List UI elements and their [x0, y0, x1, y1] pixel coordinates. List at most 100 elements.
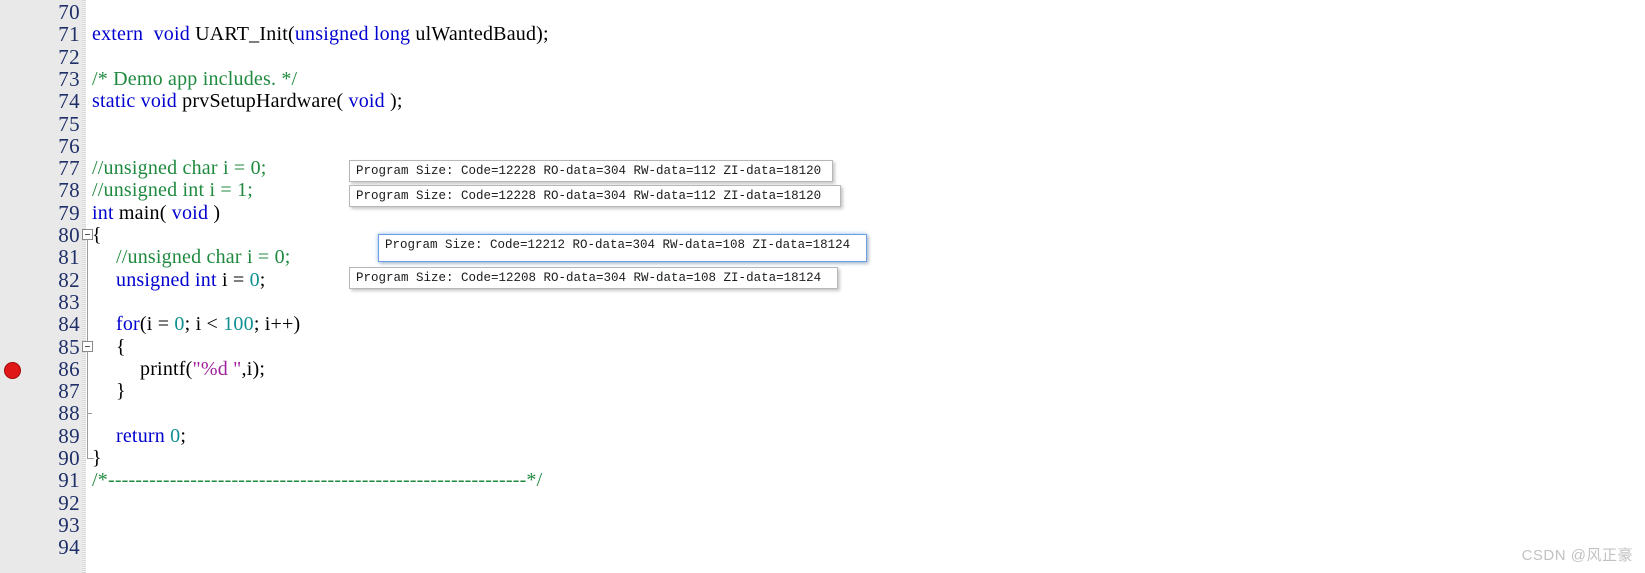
code-line[interactable]: 71 extern void UART_Init(unsigned long ul…: [0, 23, 1645, 45]
code-token-plain: ; i++): [253, 313, 301, 336]
breakpoint-marker[interactable]: [4, 361, 21, 379]
code-line[interactable]: 88: [0, 402, 1645, 424]
line-number: 80: [58, 223, 80, 247]
code-token-num: 0: [174, 313, 185, 336]
build-output-text: Program Size: Code=12212 RO-data=304 RW-…: [385, 238, 851, 252]
code-line[interactable]: 90}: [0, 447, 1645, 469]
code-token-kw: void: [348, 90, 385, 113]
fold-toggle-icon[interactable]: [82, 340, 93, 352]
code-line[interactable]: 87}: [0, 380, 1645, 402]
code-token-plain: );: [384, 90, 403, 113]
code-token-plain: ulWantedBaud);: [410, 23, 549, 46]
code-token-kw: void: [140, 90, 177, 113]
line-number: 91: [58, 468, 80, 493]
code-token-plain: {: [92, 224, 102, 246]
code-token-kw: int: [92, 201, 114, 224]
code-line[interactable]: 83: [0, 291, 1645, 313]
code-text: }: [116, 380, 126, 402]
code-text: /* Demo app includes. */: [92, 68, 297, 90]
build-output-2: Program Size: Code=12228 RO-data=304 RW-…: [349, 185, 841, 207]
fold-toggle-icon[interactable]: [82, 229, 93, 240]
code-text: extern void UART_Init(unsigned long ulWa…: [92, 23, 549, 45]
code-token-plain: ; i <: [184, 313, 224, 336]
code-line[interactable]: 73 /* Demo app includes. */: [0, 68, 1645, 90]
code-token-plain: prvSetupHardware(: [176, 90, 349, 113]
code-text: return 0;: [116, 425, 186, 447]
build-output-text: Program Size: Code=12228 RO-data=304 RW-…: [356, 164, 822, 178]
fold-end-marker: [87, 458, 94, 459]
line-number: 94: [58, 535, 80, 560]
code-token-kw: extern: [92, 23, 144, 46]
code-token-plain: i =: [216, 268, 250, 291]
code-text: /*--------------------------------------…: [92, 469, 542, 491]
line-number: 90: [58, 446, 80, 470]
code-token-com: /* Demo app includes. */: [92, 67, 298, 90]
code-text: for(i = 0; i < 100; i++): [116, 313, 300, 335]
line-number: 82: [58, 267, 80, 292]
build-output-text: Program Size: Code=12228 RO-data=304 RW-…: [356, 189, 822, 203]
code-line[interactable]: 75: [0, 113, 1645, 135]
code-token-plain: ;: [180, 424, 187, 447]
code-line[interactable]: 74 static void prvSetupHardware( void );: [0, 90, 1645, 112]
line-number: 92: [58, 490, 80, 515]
code-token-num: 0: [170, 424, 181, 447]
line-number: 81: [58, 245, 80, 270]
code-token-plain: {: [116, 335, 126, 358]
line-number: 77: [58, 156, 80, 181]
code-token-plain: ;: [259, 268, 266, 291]
line-number: 86: [58, 356, 80, 381]
code-line[interactable]: 94: [0, 536, 1645, 558]
code-token-kw: void: [171, 201, 209, 224]
code-token-kw: return: [116, 424, 165, 447]
line-number: 73: [58, 66, 80, 91]
code-token-num: 100: [223, 313, 254, 336]
code-token-num: 0: [249, 268, 260, 291]
code-token-plain: }: [116, 380, 126, 403]
code-line[interactable]: 89 return 0;: [0, 425, 1645, 447]
build-output-text: Program Size: Code=12208 RO-data=304 RW-…: [356, 271, 822, 285]
csdn-watermark: CSDN @风正豪: [1521, 547, 1633, 564]
line-number: 83: [58, 289, 80, 314]
code-line[interactable]: 92: [0, 492, 1645, 514]
line-number: 93: [58, 512, 80, 537]
code-line[interactable]: 86 printf("%d ",i);: [0, 358, 1645, 380]
line-number: 79: [58, 200, 80, 225]
line-number: 72: [58, 44, 80, 69]
code-text: {: [92, 224, 102, 246]
code-token-kw: int: [195, 268, 217, 291]
fold-tick-marker: [87, 413, 92, 415]
code-token-com: //unsigned char i = 0;: [92, 157, 267, 180]
line-number: 88: [58, 401, 80, 426]
code-token-kw: unsigned: [294, 23, 369, 46]
code-editor[interactable]: 70 71 extern void UART_Init(unsigned long …: [0, 0, 1645, 573]
code-line[interactable]: 84 for(i = 0; i < 100; i++): [0, 313, 1645, 335]
fold-guide-line: [87, 351, 88, 392]
code-token-kw: long: [373, 23, 411, 46]
line-number: 75: [58, 111, 80, 136]
line-number: 85: [58, 334, 80, 359]
code-token-plain: (i =: [139, 313, 175, 336]
build-output-3: Program Size: Code=12212 RO-data=304 RW-…: [378, 234, 867, 262]
line-number: 87: [58, 379, 80, 404]
code-line[interactable]: 85 {: [0, 336, 1645, 358]
code-token-plain: printf(: [140, 357, 193, 380]
code-token-plain: UART_Init(: [189, 23, 295, 46]
code-line[interactable]: 91 /*------------------------------------…: [0, 469, 1645, 491]
code-line[interactable]: 72: [0, 46, 1645, 68]
code-line[interactable]: 70: [0, 1, 1645, 23]
code-line[interactable]: 93: [0, 514, 1645, 536]
code-token-str: "%d ": [192, 357, 242, 380]
line-number: 70: [58, 0, 80, 24]
code-text: static void prvSetupHardware( void );: [92, 90, 403, 112]
code-text: unsigned int i = 0;: [116, 269, 266, 291]
line-number: 76: [58, 133, 80, 158]
code-token-com: //unsigned char i = 0;: [116, 246, 291, 269]
line-number: 78: [58, 178, 80, 203]
code-line[interactable]: 76: [0, 135, 1645, 157]
code-token-plain: ,i);: [241, 357, 266, 380]
code-token-kw: unsigned: [116, 268, 190, 291]
build-output-1: Program Size: Code=12228 RO-data=304 RW-…: [349, 160, 833, 182]
code-token-plain: ): [208, 201, 221, 224]
code-token-kw: void: [153, 23, 190, 46]
